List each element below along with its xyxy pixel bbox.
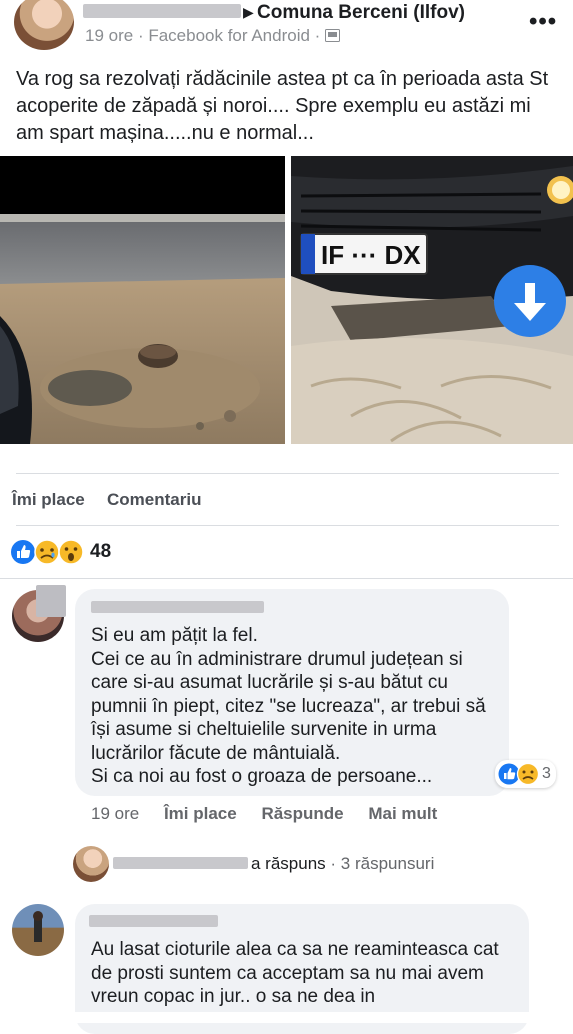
comment-button[interactable]: Comentariu: [107, 490, 201, 510]
divider: [0, 578, 573, 579]
replied-label[interactable]: a răspuns · 3 răspunsuri: [251, 854, 434, 874]
reaction-count[interactable]: 48: [90, 541, 111, 563]
wow-icon: [58, 539, 84, 565]
avatar-redacted: [36, 585, 66, 617]
post-photo-1[interactable]: [0, 156, 285, 444]
license-plate-text: IF ··· DX: [321, 240, 421, 270]
reply-author-avatar[interactable]: [73, 846, 109, 882]
reaction-icons[interactable]: [11, 539, 87, 570]
post-text: Va rog sa rezolvați rădăcinile astea pt …: [16, 68, 549, 144]
divider: [16, 473, 559, 474]
comment-text: Au lasat cioturile alea ca sa ne reamint…: [91, 939, 499, 1007]
divider: [16, 525, 559, 526]
arrow-down-icon: [514, 283, 546, 321]
comment-reaction-count: 3: [542, 765, 551, 782]
comment-more-button[interactable]: Mai mult: [368, 804, 437, 823]
commenter-name-redacted[interactable]: [89, 915, 218, 927]
like-button[interactable]: Îmi place: [12, 490, 85, 510]
post-time[interactable]: 19 ore: [85, 26, 133, 45]
sad-icon: [34, 539, 60, 565]
commenter-avatar[interactable]: [12, 904, 64, 956]
comment-actions: 19 ore Îmi place Răspunde Mai mult: [91, 804, 437, 824]
group-name[interactable]: Comuna Berceni (Ilfov): [257, 2, 465, 24]
sad-icon: [516, 762, 540, 786]
reply-author-redacted[interactable]: [113, 857, 248, 869]
comment-text: Si eu am pățit la fel. Cei ce au în admi…: [91, 625, 486, 787]
author-avatar[interactable]: [14, 0, 74, 50]
more-options-button[interactable]: •••: [529, 8, 557, 36]
arrow-right-icon: ▶: [243, 4, 254, 20]
comment-reply-button[interactable]: Răspunde: [261, 804, 343, 823]
comment-reactions[interactable]: 3: [495, 760, 556, 788]
post-meta: 19 ore · Facebook for Android ·: [85, 26, 341, 46]
comment-like-button[interactable]: Îmi place: [164, 804, 237, 823]
person-silhouette-icon: [33, 911, 43, 942]
commenter-name-redacted[interactable]: [91, 601, 264, 613]
like-icon: [498, 763, 520, 785]
post-source: Facebook for Android: [148, 26, 310, 45]
comment-time: 19 ore: [91, 804, 140, 823]
screen-bottom-edge: [0, 1012, 573, 1023]
privacy-icon: [325, 29, 341, 42]
author-name-redacted[interactable]: [83, 4, 241, 18]
like-icon: [11, 540, 35, 564]
photo-road-stump: [0, 156, 285, 444]
replies-count[interactable]: · 3 răspunsuri: [330, 854, 434, 873]
download-button[interactable]: [494, 265, 566, 337]
